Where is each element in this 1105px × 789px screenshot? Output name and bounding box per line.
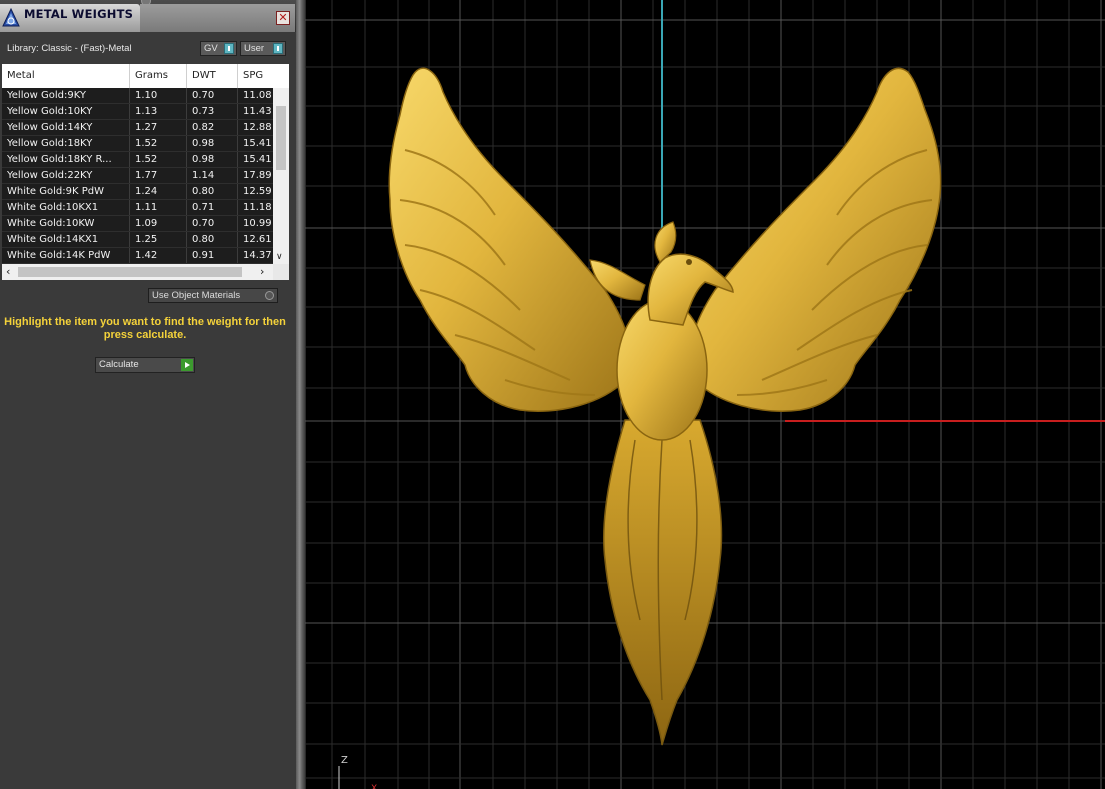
- table-cell-spg: 11.43: [243, 106, 272, 117]
- table-cell-dwt: 0.98: [187, 152, 238, 167]
- viewport-canvas[interactable]: Z X: [305, 0, 1105, 789]
- scroll-down-icon[interactable]: ∨: [276, 252, 283, 262]
- table-cell-dwt: 0.73: [187, 104, 238, 119]
- table-row[interactable]: White Gold:9K PdW 1.24 0.80 12.59: [2, 184, 273, 200]
- left-wing: [388, 67, 632, 412]
- table-cell-dwt: 0.71: [187, 200, 238, 215]
- table-cell-dwt: 0.82: [187, 120, 238, 135]
- table-cell-grams: 1.24: [130, 184, 187, 199]
- column-header-grams[interactable]: Grams: [130, 64, 187, 88]
- close-icon[interactable]: ✕: [276, 11, 290, 25]
- table-cell-dwt: 0.80: [187, 232, 238, 247]
- table-row[interactable]: Yellow Gold:9KY 1.10 0.70 11.08: [2, 88, 273, 104]
- table-cell-spg: 12.59: [243, 186, 272, 197]
- table-cell-dwt: 0.98: [187, 136, 238, 151]
- table-row[interactable]: White Gold:10KX1 1.11 0.71 11.18: [2, 200, 273, 216]
- calculate-label: Calculate: [99, 359, 139, 370]
- table-body: Yellow Gold:9KY 1.10 0.70 11.08 Yellow Gold:…: [2, 88, 273, 264]
- table-cell-metal: White Gold:10KX1: [2, 200, 130, 215]
- gv-toggle-icon[interactable]: [224, 43, 234, 54]
- table-cell-metal: White Gold:9K PdW: [2, 184, 130, 199]
- instruction-text: Highlight the item you want to find the …: [4, 316, 286, 341]
- table-cell-grams: 1.25: [130, 232, 187, 247]
- table-cell-metal: Yellow Gold:9KY: [2, 88, 130, 103]
- table-cell-metal: White Gold:14KX1: [2, 232, 130, 247]
- table-header: Metal Grams DWT SPG: [2, 64, 273, 89]
- scroll-corner: [273, 264, 289, 280]
- vertical-scrollbar[interactable]: ∨: [273, 88, 289, 264]
- table-cell-grams: 1.11: [130, 200, 187, 215]
- table-cell-spg: 15.41: [243, 154, 272, 165]
- table-cell-spg: 10.99: [243, 218, 272, 229]
- table-cell-grams: 1.10: [130, 88, 187, 103]
- column-header-dwt[interactable]: DWT: [187, 64, 238, 88]
- table-cell-grams: 1.42: [130, 248, 187, 263]
- table-row[interactable]: Yellow Gold:22KY 1.77 1.14 17.89: [2, 168, 273, 184]
- table-cell-metal: Yellow Gold:18KY R...: [2, 152, 130, 167]
- table-row[interactable]: White Gold:14KX1 1.25 0.80 12.61: [2, 232, 273, 248]
- table-row[interactable]: Yellow Gold:10KY 1.13 0.73 11.43: [2, 104, 273, 120]
- user-toggle[interactable]: User: [240, 41, 286, 56]
- vertical-scroll-thumb[interactable]: [276, 106, 286, 170]
- gv-label: GV: [204, 43, 218, 54]
- panel-tab-strip: [140, 4, 295, 32]
- user-label: User: [244, 43, 265, 54]
- table-cell-metal: Yellow Gold:10KY: [2, 104, 130, 119]
- metal-table: Metal Grams DWT SPG Yellow Gold:9KY 1.10 0…: [2, 64, 289, 280]
- table-cell-spg: 14.37: [243, 250, 272, 261]
- calculate-button[interactable]: Calculate: [95, 357, 195, 373]
- 3d-viewport[interactable]: Z X: [305, 0, 1105, 789]
- scroll-right-icon[interactable]: ›: [260, 265, 264, 278]
- right-wing: [688, 67, 942, 412]
- table-cell-grams: 1.13: [130, 104, 187, 119]
- table-cell-metal: Yellow Gold:18KY: [2, 136, 130, 151]
- table-cell-dwt: 0.70: [187, 88, 238, 103]
- x-axis-label: X: [371, 784, 377, 789]
- table-cell-dwt: 1.14: [187, 168, 238, 183]
- table-row[interactable]: White Gold:10KW 1.09 0.70 10.99: [2, 216, 273, 232]
- table-cell-grams: 1.27: [130, 120, 187, 135]
- table-row[interactable]: White Gold:14K PdW 1.42 0.91 14.37: [2, 248, 273, 264]
- column-header-metal[interactable]: Metal: [2, 64, 130, 88]
- eye: [686, 259, 692, 265]
- panel-titlebar: METAL WEIGHTS ✕: [0, 0, 296, 32]
- table-cell-metal: Yellow Gold:22KY: [2, 168, 130, 183]
- use-object-materials-label: Use Object Materials: [152, 290, 241, 301]
- radio-icon[interactable]: [265, 291, 274, 300]
- table-cell-spg: 11.18: [243, 202, 272, 213]
- panel-splitter[interactable]: [296, 0, 305, 789]
- table-cell-grams: 1.52: [130, 152, 187, 167]
- table-cell-spg: 17.89: [243, 170, 272, 181]
- table-cell-grams: 1.52: [130, 136, 187, 151]
- phoenix-pendant-model[interactable]: [388, 67, 942, 746]
- panel-title: METAL WEIGHTS: [24, 7, 134, 21]
- table-cell-metal: White Gold:10KW: [2, 216, 130, 231]
- table-cell-grams: 1.09: [130, 216, 187, 231]
- table-cell-spg: 12.88: [243, 122, 272, 133]
- use-object-materials-toggle[interactable]: Use Object Materials: [148, 288, 278, 303]
- table-row[interactable]: Yellow Gold:14KY 1.27 0.82 12.88: [2, 120, 273, 136]
- table-cell-dwt: 0.91: [187, 248, 238, 263]
- metal-weights-panel: METAL WEIGHTS ✕ Library: Classic - (Fast…: [0, 0, 296, 789]
- library-label: Library: Classic - (Fast)-Metal: [7, 43, 132, 54]
- table-cell-spg: 11.08: [243, 90, 272, 101]
- table-cell-dwt: 0.70: [187, 216, 238, 231]
- table-cell-spg: 12.61: [243, 234, 272, 245]
- table-cell-spg: 15.41: [243, 138, 272, 149]
- table-row[interactable]: Yellow Gold:18KY R... 1.52 0.98 15.41: [2, 152, 273, 168]
- table-cell-dwt: 0.80: [187, 184, 238, 199]
- user-toggle-icon[interactable]: [273, 43, 283, 54]
- horizontal-scrollbar[interactable]: ‹ ›: [2, 264, 273, 280]
- horizontal-scroll-thumb[interactable]: [18, 267, 242, 277]
- table-cell-metal: Yellow Gold:14KY: [2, 120, 130, 135]
- gv-toggle[interactable]: GV: [200, 41, 237, 56]
- column-header-spg[interactable]: SPG: [238, 64, 273, 88]
- table-cell-grams: 1.77: [130, 168, 187, 183]
- table-row[interactable]: Yellow Gold:18KY 1.52 0.98 15.41: [2, 136, 273, 152]
- table-cell-metal: White Gold:14K PdW: [2, 248, 130, 263]
- scroll-left-icon[interactable]: ‹: [6, 265, 10, 278]
- app-logo-icon: [2, 8, 20, 27]
- z-axis-label: Z: [341, 755, 348, 766]
- play-icon: [181, 359, 193, 371]
